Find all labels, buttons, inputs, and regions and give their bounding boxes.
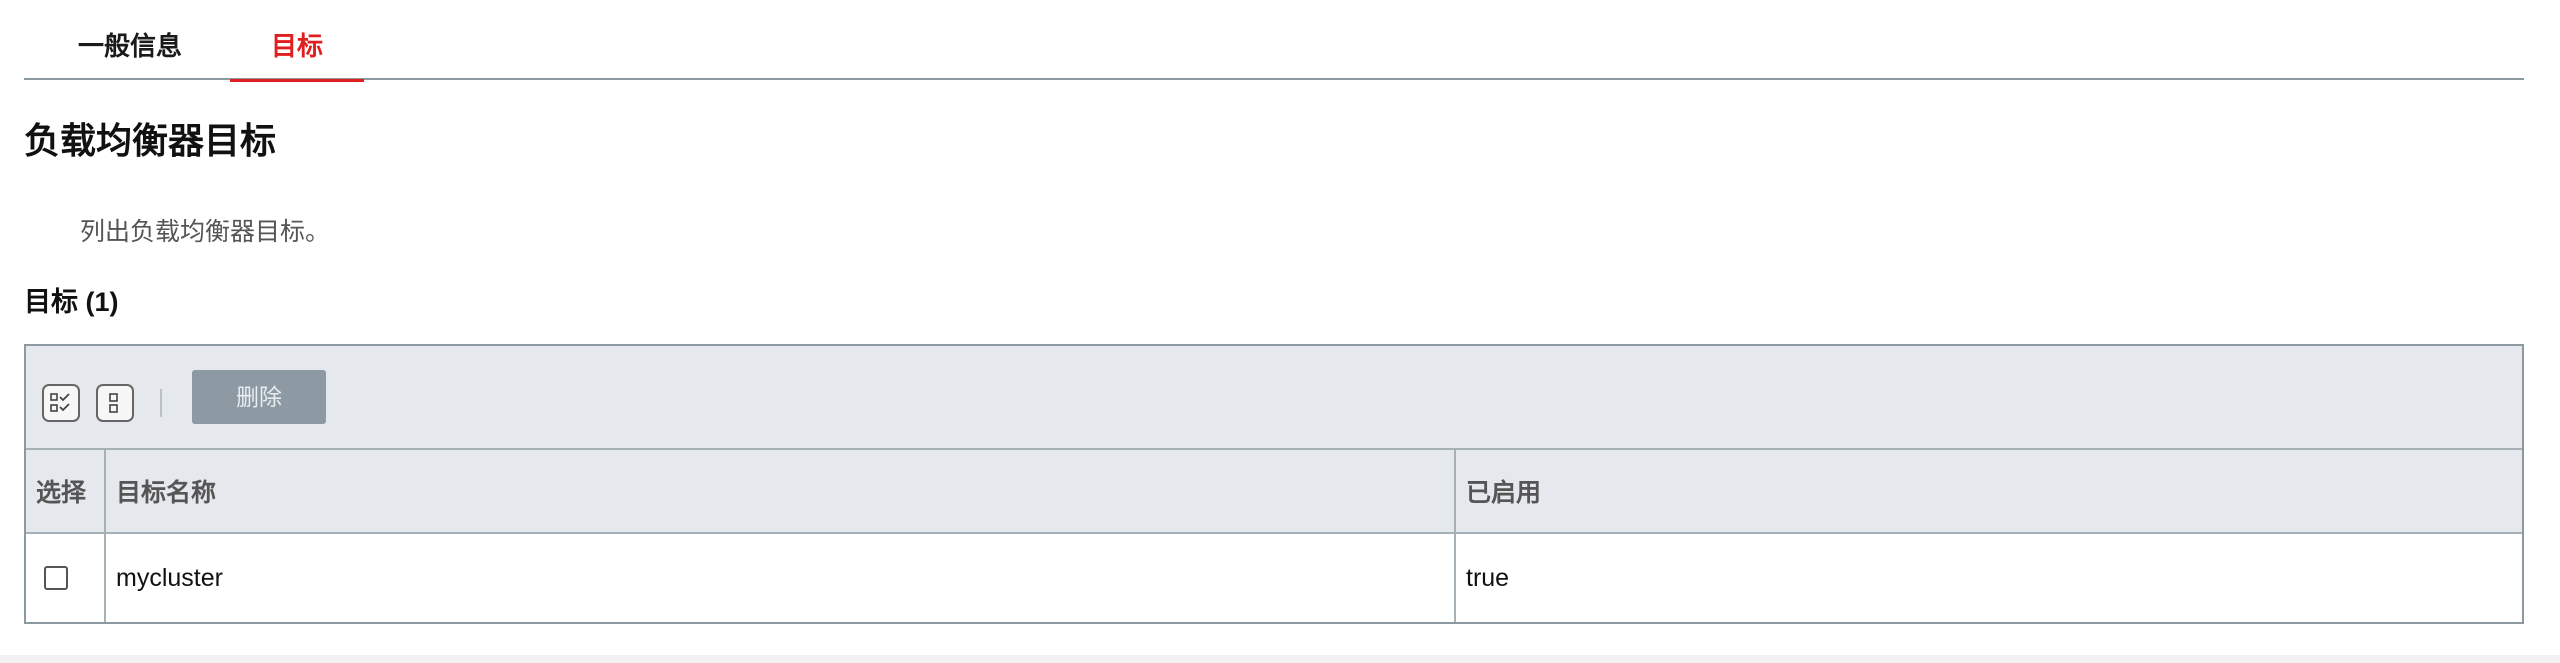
main-panel: 一般信息 目标 负载均衡器目标 列出负载均衡器目标。 目标 (1) 删除 选择 …: [0, 0, 2560, 655]
row-checkbox[interactable]: [44, 566, 68, 590]
header-target-name[interactable]: 目标名称: [104, 450, 1454, 532]
header-enabled[interactable]: 已启用: [1454, 450, 2522, 532]
row-enabled: true: [1454, 534, 2522, 622]
toolbar-separator: [160, 389, 162, 417]
row-target-name: mycluster: [104, 534, 1454, 622]
table-toolbar: 删除: [26, 346, 2522, 450]
tab-general-info[interactable]: 一般信息: [62, 0, 198, 80]
targets-table: 删除 选择 目标名称 已启用 mycluster true: [24, 344, 2524, 624]
row-select-cell: [26, 534, 104, 622]
table-row[interactable]: mycluster true: [26, 534, 2522, 622]
header-select: 选择: [36, 479, 87, 507]
page-description: 列出负载均衡器目标。: [80, 218, 331, 246]
page-title: 负载均衡器目标: [24, 120, 277, 161]
delete-button[interactable]: 删除: [192, 370, 326, 424]
tab-bar: 一般信息 目标: [24, 0, 2524, 82]
tab-targets[interactable]: 目标: [230, 0, 364, 82]
select-all-icon[interactable]: [42, 384, 80, 422]
section-title: 目标 (1): [24, 287, 119, 317]
table-header-row: 选择 目标名称 已启用: [26, 450, 2522, 534]
deselect-all-icon[interactable]: [96, 384, 134, 422]
